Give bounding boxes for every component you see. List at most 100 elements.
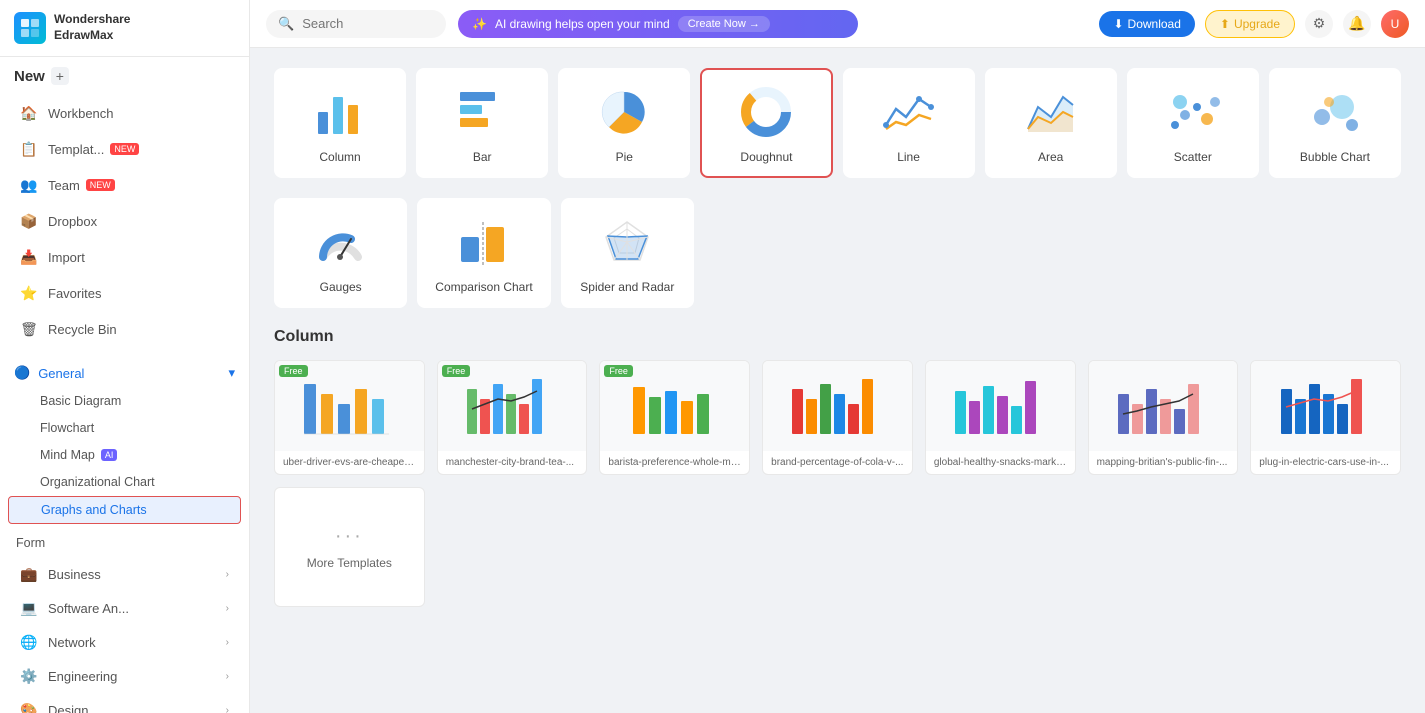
sidebar-sub-graphs-charts[interactable]: Graphs and Charts bbox=[8, 496, 241, 524]
search-input[interactable] bbox=[302, 16, 422, 31]
template-card-3[interactable]: Free barista-preference-whole-m-... bbox=[599, 360, 750, 475]
template-name-2: manchester-city-brand-tea-... bbox=[438, 451, 587, 474]
templates-badge: NEW bbox=[110, 143, 139, 155]
template-card-1[interactable]: Free uber-driver-evs-are-cheaper-... bbox=[274, 360, 425, 475]
template-thumb-6 bbox=[1089, 361, 1238, 451]
doughnut-chart-icon bbox=[736, 82, 796, 142]
chart-type-doughnut[interactable]: Doughnut bbox=[700, 68, 832, 178]
app-logo-icon bbox=[14, 12, 46, 44]
design-chevron: › bbox=[226, 705, 229, 713]
search-bar[interactable]: 🔍 bbox=[266, 10, 446, 38]
template-thumb-2: Free bbox=[438, 361, 587, 451]
chart-type-bubble[interactable]: Bubble Chart bbox=[1269, 68, 1401, 178]
team-badge: NEW bbox=[86, 179, 115, 191]
upgrade-button[interactable]: ⬆ Upgrade bbox=[1205, 10, 1295, 38]
sidebar-item-dropbox[interactable]: 📦 Dropbox bbox=[6, 204, 243, 238]
template-thumb-4 bbox=[763, 361, 912, 451]
template-grid: Free uber-driver-evs-are-cheaper-... Fre… bbox=[274, 360, 1401, 475]
mindmap-ai-badge: AI bbox=[101, 449, 118, 461]
engineering-chevron: › bbox=[226, 671, 229, 682]
settings-icon-btn[interactable]: ⚙ bbox=[1305, 10, 1333, 38]
software-chevron: › bbox=[226, 603, 229, 614]
sidebar-sub-flowchart[interactable]: Flowchart bbox=[8, 415, 241, 441]
plus-icon: + bbox=[51, 67, 69, 85]
sidebar-item-team[interactable]: 👥 Team NEW bbox=[6, 168, 243, 202]
chart-type-row2: Gauges Comparison Chart bbox=[274, 198, 694, 308]
template-thumb-3: Free bbox=[600, 361, 749, 451]
line-chart-icon bbox=[879, 82, 939, 142]
sidebar-item-engineering[interactable]: ⚙️ Engineering › bbox=[6, 660, 243, 692]
design-icon: 🎨 bbox=[20, 701, 38, 713]
main-area: 🔍 ✨ AI drawing helps open your mind Crea… bbox=[250, 0, 1425, 713]
download-icon: ⬇ bbox=[1113, 17, 1123, 31]
header-actions: ⬇ Download ⬆ Upgrade ⚙ 🔔 U bbox=[1099, 10, 1409, 38]
chart-type-scatter[interactable]: Scatter bbox=[1127, 68, 1259, 178]
chart-type-spider[interactable]: Spider and Radar bbox=[561, 198, 694, 308]
logo-area: Wondershare EdrawMax bbox=[0, 0, 249, 57]
network-icon: 🌐 bbox=[20, 633, 38, 651]
business-icon: 💼 bbox=[20, 565, 38, 583]
chart-type-line[interactable]: Line bbox=[843, 68, 975, 178]
sidebar-item-import[interactable]: 📥 Import bbox=[6, 240, 243, 274]
template-name-5: global-healthy-snacks-mark-... bbox=[926, 451, 1075, 474]
template-card-2[interactable]: Free manchester-city-brand-tea-... bbox=[437, 360, 588, 475]
bar-chart-icon bbox=[452, 82, 512, 142]
free-badge-3: Free bbox=[604, 365, 633, 377]
general-section[interactable]: 🔵 General ▾ bbox=[8, 359, 241, 387]
notifications-icon-btn[interactable]: 🔔 bbox=[1343, 10, 1371, 38]
sidebar-sub-orgchart[interactable]: Organizational Chart bbox=[8, 469, 241, 495]
app-name: Wondershare EdrawMax bbox=[54, 12, 130, 43]
area-chart-icon bbox=[1021, 82, 1081, 142]
chart-type-gauges[interactable]: Gauges bbox=[274, 198, 407, 308]
sidebar-item-software[interactable]: 💻 Software An... › bbox=[6, 592, 243, 624]
template-card-6[interactable]: mapping-britian's-public-fin-... bbox=[1088, 360, 1239, 475]
template-name-6: mapping-britian's-public-fin-... bbox=[1089, 451, 1238, 474]
templates-icon: 📋 bbox=[20, 140, 38, 158]
ai-banner[interactable]: ✨ AI drawing helps open your mind Create… bbox=[458, 10, 858, 38]
sidebar-item-network[interactable]: 🌐 Network › bbox=[6, 626, 243, 658]
template-thumb-5 bbox=[926, 361, 1075, 451]
sidebar-sub-mindmap[interactable]: Mind Map AI bbox=[8, 442, 241, 468]
free-badge-1: Free bbox=[279, 365, 308, 377]
sidebar-item-design[interactable]: 🎨 Design › bbox=[6, 694, 243, 713]
template-name-3: barista-preference-whole-m-... bbox=[600, 451, 749, 474]
template-card-7[interactable]: plug-in-electric-cars-use-in-... bbox=[1250, 360, 1401, 475]
sidebar-item-favorites[interactable]: ⭐ Favorites bbox=[6, 276, 243, 310]
scatter-chart-icon bbox=[1163, 82, 1223, 142]
chart-type-area[interactable]: Area bbox=[985, 68, 1117, 178]
user-avatar[interactable]: U bbox=[1381, 10, 1409, 38]
chart-type-pie[interactable]: Pie bbox=[558, 68, 690, 178]
import-icon: 📥 bbox=[20, 248, 38, 266]
sidebar-item-templates[interactable]: 📋 Templat... NEW bbox=[6, 132, 243, 166]
bubble-chart-icon bbox=[1305, 82, 1365, 142]
ai-sparkle-icon: ✨ bbox=[472, 17, 487, 31]
ai-create-button[interactable]: Create Now → bbox=[678, 16, 770, 32]
spider-chart-icon bbox=[597, 212, 657, 272]
sidebar-item-form[interactable]: Form bbox=[0, 530, 249, 556]
template-card-5[interactable]: global-healthy-snacks-mark-... bbox=[925, 360, 1076, 475]
download-button[interactable]: ⬇ Download bbox=[1099, 11, 1194, 37]
chart-type-column[interactable]: Column bbox=[274, 68, 406, 178]
more-templates-card[interactable]: ··· More Templates bbox=[274, 487, 425, 607]
engineering-icon: ⚙️ bbox=[20, 667, 38, 685]
more-templates-label: More Templates bbox=[307, 556, 392, 570]
sidebar-item-business[interactable]: 💼 Business › bbox=[6, 558, 243, 590]
template-card-4[interactable]: brand-percentage-of-cola-v-... bbox=[762, 360, 913, 475]
chart-type-bar[interactable]: Bar bbox=[416, 68, 548, 178]
favorites-icon: ⭐ bbox=[20, 284, 38, 302]
sidebar-item-workbench[interactable]: 🏠 Workbench bbox=[6, 96, 243, 130]
template-thumb-1: Free bbox=[275, 361, 424, 451]
recycle-icon: 🗑 bbox=[20, 320, 38, 338]
new-button[interactable]: New + bbox=[0, 57, 249, 95]
sidebar-item-recycle[interactable]: 🗑 Recycle Bin bbox=[6, 312, 243, 346]
chart-type-comparison[interactable]: Comparison Chart bbox=[417, 198, 550, 308]
template-name-7: plug-in-electric-cars-use-in-... bbox=[1251, 451, 1400, 474]
upgrade-icon: ⬆ bbox=[1220, 17, 1230, 31]
sidebar-sub-basic-diagram[interactable]: Basic Diagram bbox=[8, 388, 241, 414]
template-thumb-7 bbox=[1251, 361, 1400, 451]
general-icon: 🔵 bbox=[14, 365, 30, 381]
template-name-4: brand-percentage-of-cola-v-... bbox=[763, 451, 912, 474]
content-area: Column Bar bbox=[250, 48, 1425, 713]
workbench-icon: 🏠 bbox=[20, 104, 38, 122]
comparison-chart-icon bbox=[454, 212, 514, 272]
